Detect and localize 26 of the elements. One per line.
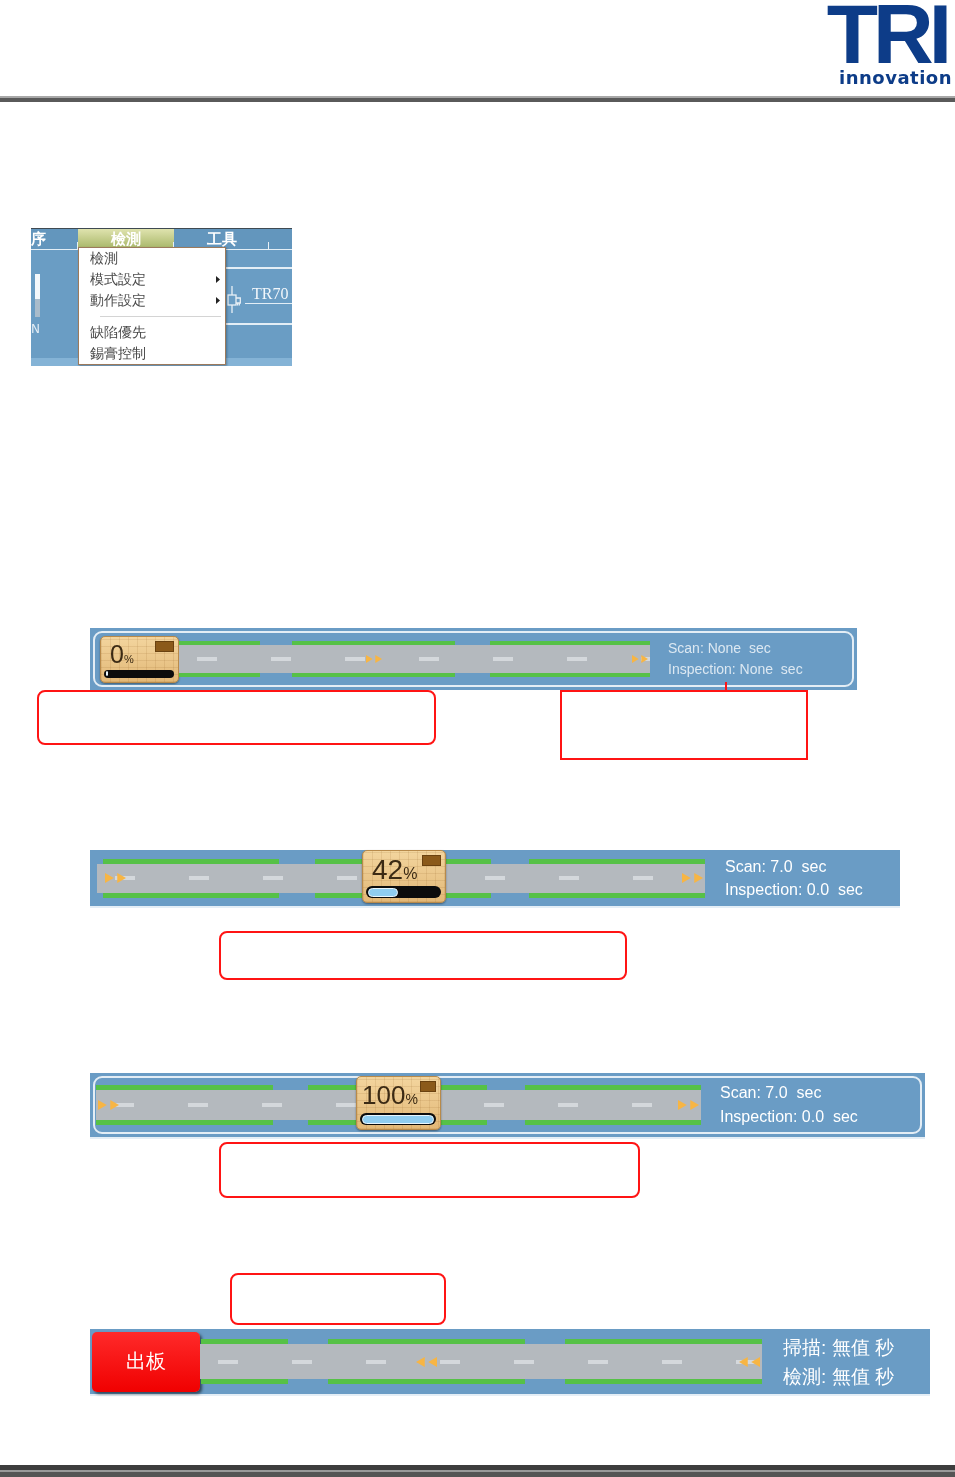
inspection-time-label: Inspection: None sec [668,660,803,679]
unload-button[interactable]: 出板 [92,1331,200,1392]
menu-item[interactable]: 檢測 [79,248,225,269]
scan-time-label: 掃描: 無值 秒 [783,1335,894,1360]
scrollbar[interactable] [35,274,40,317]
connector-icon [227,286,241,313]
chip-icon [155,640,174,652]
scan-time-label: Scan: 7.0 sec [720,1083,823,1103]
logo-wordmark: TRI [826,2,947,66]
inspection-time-label: Inspection: 0.0 sec [725,880,863,900]
menu-item[interactable]: 錫膏控制 [79,343,225,364]
scan-time-label: Scan: None sec [668,639,772,658]
side-label: N [31,323,40,336]
menu-item[interactable]: 動作設定 [79,290,225,311]
scan-time-label: Scan: 7.0 sec [725,857,828,877]
chip-icon [420,1081,436,1092]
inspection-time-label: 檢測: 無值 秒 [783,1364,894,1389]
logo-tagline: innovation [839,68,952,88]
menu-item[interactable]: 模式設定 [79,269,225,290]
chip-icon [422,855,441,866]
percent-label: 0% [110,641,134,667]
percent-label: 100% [362,1082,418,1108]
percent-label: 42% [372,856,418,884]
inspection-time-label: Inspection: 0.0 sec [720,1107,858,1127]
menu-item[interactable]: 缺陷優先 [79,322,225,343]
device-label: TR70 [252,286,289,302]
